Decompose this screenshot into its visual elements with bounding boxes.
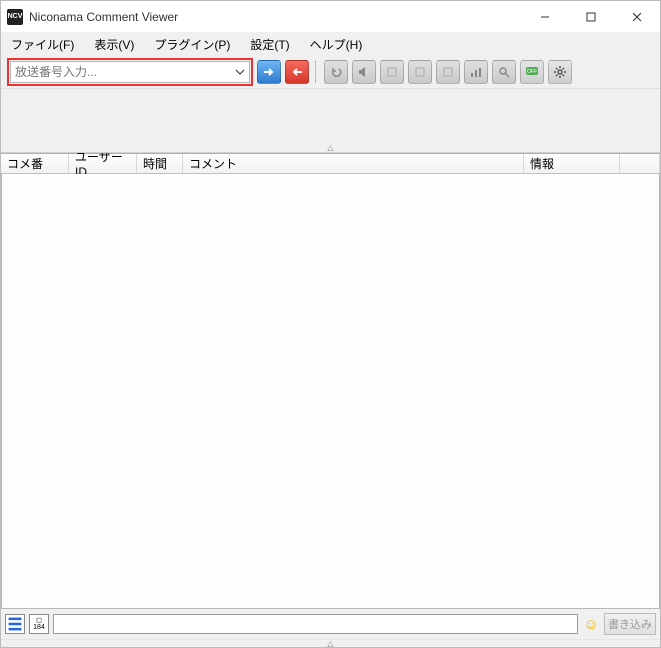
menu-help[interactable]: ヘルプ(H) <box>306 34 367 55</box>
chart-button[interactable] <box>464 60 488 84</box>
smile-icon: ☺ <box>583 616 598 633</box>
footer: ◻ 184 ☺ 書き込み <box>1 609 660 639</box>
close-button[interactable] <box>614 1 660 33</box>
search-icon <box>497 65 511 79</box>
titlebar: NCV Niconama Comment Viewer <box>1 1 660 33</box>
menubar: ファイル(F) 表示(V) プラグイン(P) 設定(T) ヘルプ(H) <box>1 33 660 55</box>
maximize-button[interactable] <box>568 1 614 33</box>
menu-view[interactable]: 表示(V) <box>90 34 138 55</box>
column-comment[interactable]: コメント <box>183 154 524 173</box>
table-header: コメ番 ユーザーID 時間 コメント 情報 <box>1 154 660 174</box>
splitter-handle-icon: △ <box>327 639 333 648</box>
chart-icon <box>469 65 483 79</box>
column-user-id[interactable]: ユーザーID <box>69 154 137 173</box>
list-mode-button[interactable] <box>5 614 25 634</box>
anon-184-label: 184 <box>33 624 45 631</box>
comment-table: コメ番 ユーザーID 時間 コメント 情報 <box>1 153 660 609</box>
app-icon: NCV <box>7 9 23 25</box>
submit-button[interactable]: 書き込み <box>604 613 656 635</box>
tool-button-2[interactable] <box>408 60 432 84</box>
toolbar: OFF <box>1 55 660 89</box>
minimize-button[interactable] <box>522 1 568 33</box>
upper-panel: △ <box>1 89 660 153</box>
disconnect-button[interactable] <box>285 60 309 84</box>
undo-icon <box>329 65 343 79</box>
column-info[interactable]: 情報 <box>524 154 620 173</box>
table-body <box>1 174 660 609</box>
chevron-down-icon[interactable] <box>235 67 245 77</box>
blank-square-icon <box>413 65 427 79</box>
speaker-icon <box>357 65 371 79</box>
blank-square-icon <box>385 65 399 79</box>
list-lines-icon <box>6 615 24 633</box>
window-title: Niconama Comment Viewer <box>29 10 178 24</box>
comment-off-button[interactable]: OFF <box>520 60 544 84</box>
search-button[interactable] <box>492 60 516 84</box>
minimize-icon <box>540 12 550 22</box>
anon-184-icon: ◻ <box>36 617 42 624</box>
comment-input[interactable] <box>53 614 578 634</box>
broadcast-input-highlight <box>7 58 253 86</box>
gear-icon <box>553 65 567 79</box>
anon-184-button[interactable]: ◻ 184 <box>29 614 49 634</box>
broadcast-input[interactable] <box>15 65 235 79</box>
blank-square-icon <box>441 65 455 79</box>
bottom-splitter[interactable]: △ <box>1 639 660 647</box>
voice-button[interactable] <box>352 60 376 84</box>
splitter-handle-icon[interactable]: △ <box>327 143 333 152</box>
column-comment-number[interactable]: コメ番 <box>1 154 69 173</box>
menu-settings[interactable]: 設定(T) <box>246 34 293 55</box>
toolbar-separator <box>315 61 316 83</box>
tool-button-3[interactable] <box>436 60 460 84</box>
connect-button[interactable] <box>257 60 281 84</box>
tool-button-1[interactable] <box>380 60 404 84</box>
comment-off-icon: OFF <box>525 65 539 79</box>
gear-button[interactable] <box>548 60 572 84</box>
maximize-icon <box>586 12 596 22</box>
menu-plugin[interactable]: プラグイン(P) <box>150 34 234 55</box>
connect-arrow-icon <box>262 65 276 79</box>
disconnect-arrow-icon <box>290 65 304 79</box>
menu-file[interactable]: ファイル(F) <box>7 34 78 55</box>
undo-button[interactable] <box>324 60 348 84</box>
emoji-button[interactable]: ☺ <box>582 615 600 633</box>
close-icon <box>632 12 642 22</box>
broadcast-combo[interactable] <box>10 61 250 83</box>
column-extra[interactable] <box>620 154 660 173</box>
column-time[interactable]: 時間 <box>137 154 183 173</box>
svg-text:OFF: OFF <box>527 69 537 75</box>
